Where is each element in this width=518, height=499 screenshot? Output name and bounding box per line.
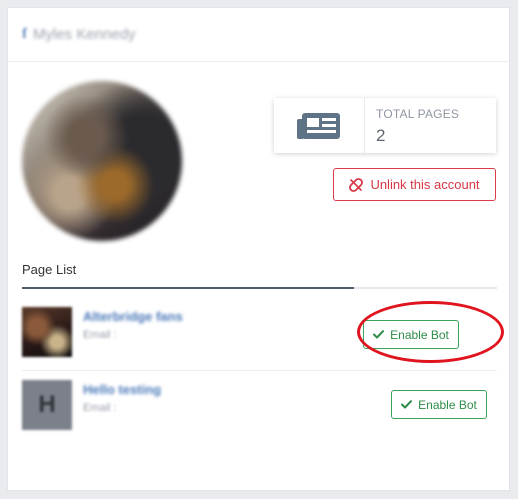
page-name-link[interactable]: Alterbridge fans	[83, 309, 183, 324]
enable-bot-label: Enable Bot	[390, 327, 449, 342]
unlink-icon	[349, 177, 364, 192]
facebook-f-icon: f	[22, 26, 27, 42]
page-row: H Hello testing Email : Enable Bot	[22, 380, 497, 440]
avatar	[22, 81, 182, 241]
page-row: Alterbridge fans Email : Enable Bot	[22, 307, 497, 367]
unlink-account-button[interactable]: Unlink this account	[333, 168, 496, 201]
stat-icon-wrap	[274, 98, 365, 153]
enable-bot-button[interactable]: Enable Bot	[391, 390, 487, 419]
page-thumbnail: H	[22, 380, 72, 430]
row-divider	[22, 370, 497, 371]
unlink-account-label: Unlink this account	[370, 177, 480, 192]
page-email: Email :	[83, 402, 117, 414]
total-pages-widget: TOTAL PAGES 2	[274, 98, 496, 153]
account-name: Myles Kennedy	[33, 26, 136, 43]
check-icon	[373, 330, 385, 339]
page-thumbnail	[22, 307, 72, 357]
tab-page-list[interactable]: Page List	[22, 262, 76, 277]
newspaper-icon	[297, 112, 340, 139]
total-pages-label: TOTAL PAGES	[376, 107, 460, 121]
tab-active-indicator	[22, 287, 354, 289]
page-name-link[interactable]: Hello testing	[83, 382, 161, 397]
enable-bot-button[interactable]: Enable Bot	[363, 320, 459, 349]
total-pages-value: 2	[376, 126, 386, 145]
tab-underline	[22, 287, 497, 289]
page-email: Email :	[83, 329, 117, 341]
account-card: f Myles Kennedy TOTAL PAGES 2 Unlink thi…	[7, 7, 510, 491]
check-icon	[401, 400, 413, 409]
card-header: f Myles Kennedy	[8, 8, 509, 62]
enable-bot-label: Enable Bot	[418, 397, 477, 412]
stat-text: TOTAL PAGES 2	[365, 98, 459, 153]
